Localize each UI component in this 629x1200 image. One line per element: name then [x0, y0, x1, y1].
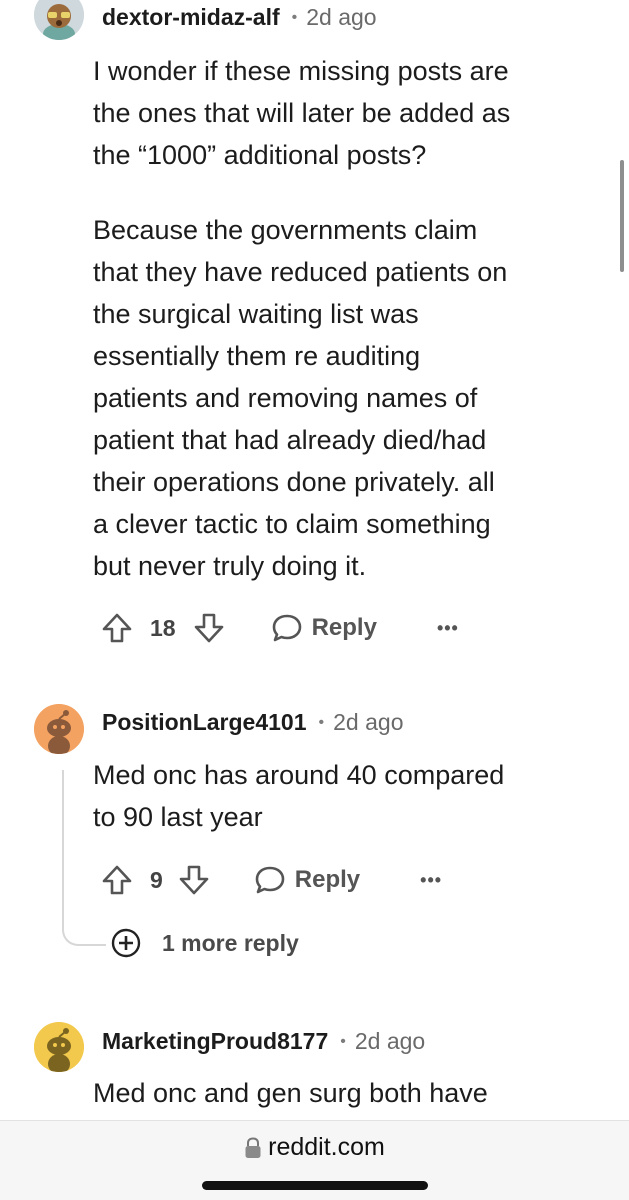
comment-line: the ones that will later be added as — [93, 98, 511, 128]
reply-button[interactable]: Reply — [253, 863, 360, 897]
more-options-icon[interactable]: ••• — [437, 618, 459, 639]
comment-line: patient that had already died/had — [93, 425, 487, 455]
comment-body: Med onc and gen surg both have — [93, 1072, 488, 1114]
user-avatar-icon — [34, 0, 84, 40]
comment-line: to 90 last year — [93, 802, 263, 832]
comment-line: but never truly doing it. — [93, 551, 367, 581]
comment-timestamp: 2d ago — [354, 1028, 426, 1054]
comment-body: I wonder if these missing posts are the … — [93, 50, 510, 176]
reply-label: Reply — [311, 614, 377, 641]
comment-meta: PositionLarge4101 • 2d ago — [102, 709, 404, 736]
comment-line: Med onc and gen surg both have — [93, 1078, 488, 1108]
comment-line: the surgical waiting list was — [93, 299, 419, 329]
comment-meta: MarketingProud8177 • 2d ago — [102, 1028, 425, 1055]
comment-line: the “1000” additional posts? — [93, 140, 427, 170]
vote-count: 9 — [150, 866, 163, 893]
comment-line: a clever tactic to claim something — [93, 509, 491, 539]
comment-username[interactable]: MarketingProud8177 — [102, 1028, 328, 1055]
avatar[interactable] — [34, 704, 84, 754]
comment-body-paragraph-2: Because the governments claim that they … — [93, 209, 507, 587]
separator-dot: • — [340, 1032, 346, 1050]
comment-line: Because the governments claim — [93, 215, 478, 245]
comment-line: I wonder if these missing posts are — [93, 56, 509, 86]
comment-line: their operations done privately. all — [93, 467, 495, 497]
downvote-icon[interactable] — [192, 611, 226, 645]
comment-actions: 18 Reply ••• — [100, 608, 459, 648]
comment-timestamp: 2d ago — [306, 4, 377, 30]
lock-icon — [244, 1136, 262, 1159]
separator-dot: • — [318, 713, 325, 731]
snoo-avatar-icon — [34, 704, 84, 754]
vote-count: 18 — [150, 614, 176, 641]
comment-line: Med onc has around 40 compared — [93, 760, 505, 790]
upvote-icon[interactable] — [100, 611, 134, 645]
comment-line: essentially them re auditing — [93, 341, 421, 371]
scrollbar[interactable] — [620, 160, 624, 272]
comment-line: that they have reduced patients on — [93, 257, 508, 287]
reply-label: Reply — [294, 866, 361, 893]
snoo-avatar-icon — [34, 1022, 84, 1072]
plus-circle-icon — [110, 927, 142, 959]
reply-button[interactable]: Reply — [270, 611, 377, 645]
comment-line: patients and removing names of — [93, 383, 478, 413]
downvote-icon[interactable] — [177, 863, 211, 897]
thread-connector-line — [62, 770, 106, 946]
more-options-icon[interactable]: ••• — [420, 870, 442, 891]
separator-dot: • — [291, 8, 298, 26]
browser-address-bar: reddit.com — [0, 1120, 629, 1200]
comment-username[interactable]: dextor-midaz-alf — [102, 4, 280, 31]
comment-username[interactable]: PositionLarge4101 — [102, 709, 307, 736]
comment-timestamp: 2d ago — [333, 709, 404, 735]
speech-bubble-icon — [253, 863, 287, 897]
avatar[interactable] — [34, 0, 84, 40]
reddit-comment-thread: dextor-midaz-alf • 2d ago I wonder if th… — [0, 0, 629, 1200]
comment-meta: dextor-midaz-alf • 2d ago — [102, 4, 377, 31]
comment-body: Med onc has around 40 compared to 90 las… — [93, 754, 504, 838]
url-display[interactable]: reddit.com — [0, 1133, 629, 1162]
more-replies-label: 1 more reply — [162, 929, 299, 956]
comment-actions: 9 Reply ••• — [100, 860, 442, 900]
url-text: reddit.com — [268, 1133, 385, 1161]
home-indicator[interactable] — [202, 1181, 428, 1190]
avatar[interactable] — [34, 1022, 84, 1072]
more-replies-button[interactable]: 1 more reply — [110, 927, 299, 959]
speech-bubble-icon — [270, 611, 304, 645]
